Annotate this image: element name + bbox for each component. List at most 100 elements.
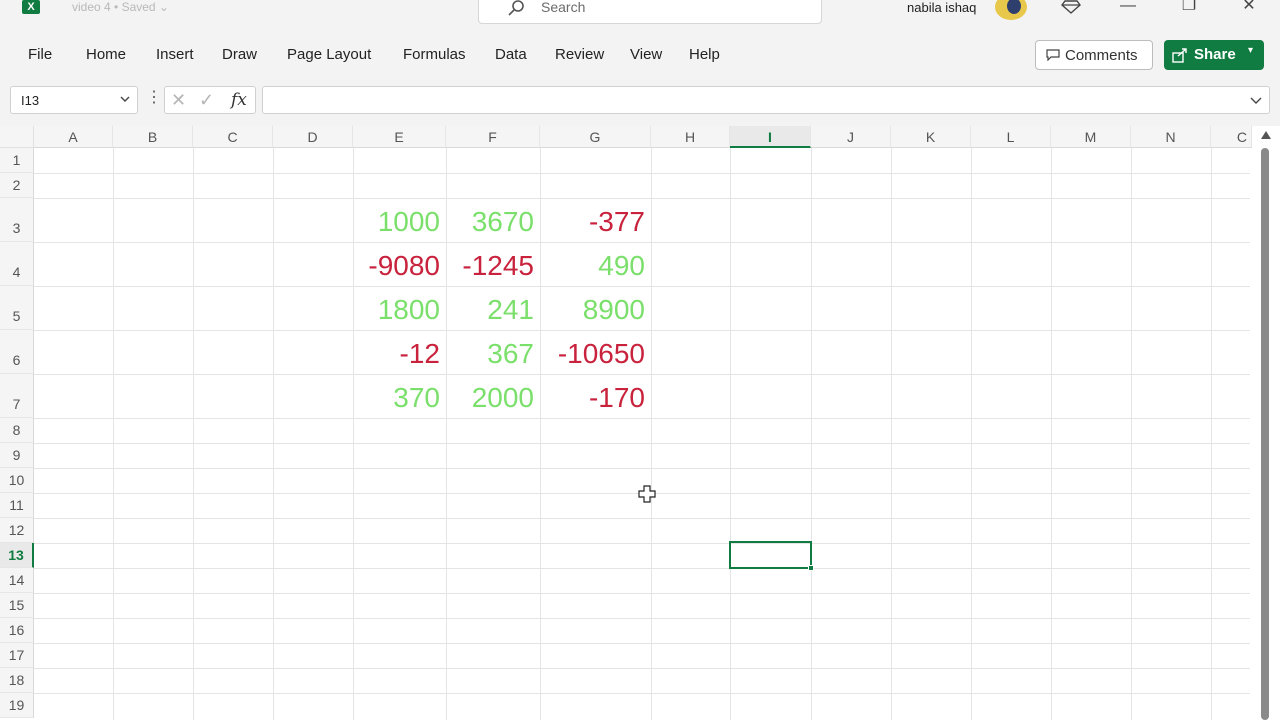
comments-button[interactable]: Comments	[1035, 40, 1153, 70]
cell-e3[interactable]: 1000	[353, 202, 446, 242]
row-header-8[interactable]: 8	[0, 418, 34, 443]
worksheet-grid[interactable]: A B C D E F G H I J K L M N C 1 2 3 4 5	[0, 126, 1280, 720]
cell-g6[interactable]: -10650	[540, 334, 651, 374]
select-all-corner[interactable]	[0, 126, 34, 148]
cell-f4[interactable]: -1245	[446, 246, 540, 286]
row-header-10[interactable]: 10	[0, 468, 34, 493]
gridline	[1051, 148, 1052, 720]
cell-e5[interactable]: 1800	[353, 290, 446, 330]
gridline	[730, 148, 731, 720]
cell-f7[interactable]: 2000	[446, 378, 540, 418]
diamond-icon[interactable]	[1061, 0, 1081, 14]
ribbon-tabs: File Home Insert Draw Page Layout Formul…	[0, 38, 1280, 74]
row-header-11[interactable]: 11	[0, 493, 34, 518]
row-header-4[interactable]: 4	[0, 242, 34, 286]
fill-handle[interactable]	[808, 565, 814, 571]
gridline	[34, 618, 1250, 619]
column-header-i[interactable]: I	[730, 126, 811, 148]
column-header-m[interactable]: M	[1051, 126, 1131, 148]
gridline	[971, 148, 972, 720]
column-header-l[interactable]: L	[971, 126, 1051, 148]
column-header-f[interactable]: F	[446, 126, 540, 148]
restore-button[interactable]: ❐	[1175, 0, 1203, 18]
gridline	[1131, 148, 1132, 720]
column-header-c[interactable]: C	[193, 126, 273, 148]
column-header-h[interactable]: H	[651, 126, 730, 148]
column-header-n[interactable]: N	[1131, 126, 1211, 148]
tab-formulas[interactable]: Formulas	[403, 46, 466, 63]
cancel-icon[interactable]: ✕	[171, 90, 186, 111]
enter-icon[interactable]: ✓	[199, 90, 214, 111]
name-box[interactable]: I13	[10, 86, 138, 114]
cell-f3[interactable]: 3670	[446, 202, 540, 242]
column-header-o[interactable]: C	[1211, 126, 1252, 148]
share-dropdown-icon[interactable]: ▾	[1248, 45, 1253, 56]
close-button[interactable]: ✕	[1235, 0, 1263, 18]
gridline	[34, 568, 1250, 569]
more-options-icon[interactable]: ⋮	[146, 90, 162, 106]
row-header-5[interactable]: 5	[0, 286, 34, 330]
row-header-3[interactable]: 3	[0, 198, 34, 242]
minimize-button[interactable]: —	[1114, 0, 1142, 18]
scroll-up-icon[interactable]	[1260, 130, 1272, 140]
column-header-k[interactable]: K	[891, 126, 971, 148]
name-box-value: I13	[21, 93, 40, 108]
tab-home[interactable]: Home	[86, 46, 126, 63]
row-header-17[interactable]: 17	[0, 643, 34, 668]
cell-g4[interactable]: 490	[540, 246, 651, 286]
row-header-13[interactable]: 13	[0, 543, 34, 568]
expand-formula-bar-icon[interactable]	[1249, 93, 1263, 107]
gridline	[651, 148, 652, 720]
comments-label: Comments	[1065, 47, 1138, 64]
row-header-6[interactable]: 6	[0, 330, 34, 374]
column-header-d[interactable]: D	[273, 126, 353, 148]
gridline	[34, 643, 1250, 644]
cell-f6[interactable]: 367	[446, 334, 540, 374]
search-placeholder: Search	[541, 0, 586, 15]
row-header-16[interactable]: 16	[0, 618, 34, 643]
row-header-2[interactable]: 2	[0, 173, 34, 198]
row-header-12[interactable]: 12	[0, 518, 34, 543]
row-header-18[interactable]: 18	[0, 668, 34, 693]
cell-e6[interactable]: -12	[353, 334, 446, 374]
column-header-a[interactable]: A	[34, 126, 113, 148]
tab-data[interactable]: Data	[495, 46, 527, 63]
tab-insert[interactable]: Insert	[156, 46, 194, 63]
cell-g7[interactable]: -170	[540, 378, 651, 418]
tab-help[interactable]: Help	[689, 46, 720, 63]
tab-review[interactable]: Review	[555, 46, 604, 63]
search-box[interactable]: Search	[478, 0, 822, 24]
active-cell-selection[interactable]	[729, 541, 814, 571]
gridline	[34, 418, 1250, 419]
row-header-14[interactable]: 14	[0, 568, 34, 593]
chevron-down-icon[interactable]	[119, 93, 131, 105]
share-button[interactable]: Share ▾	[1164, 40, 1264, 70]
cell-g3[interactable]: -377	[540, 202, 651, 242]
tab-page-layout[interactable]: Page Layout	[287, 46, 371, 63]
insert-function-icon[interactable]: fx	[231, 90, 247, 110]
cell-f5[interactable]: 241	[446, 290, 540, 330]
row-header-1[interactable]: 1	[0, 148, 34, 173]
tab-file[interactable]: File	[28, 46, 52, 63]
row-header-19[interactable]: 19	[0, 693, 34, 718]
search-icon	[508, 0, 524, 16]
formula-input[interactable]	[262, 86, 1270, 114]
cell-g5[interactable]: 8900	[540, 290, 651, 330]
avatar[interactable]	[995, 0, 1027, 20]
tab-view[interactable]: View	[630, 46, 662, 63]
row-header-9[interactable]: 9	[0, 443, 34, 468]
column-header-g[interactable]: G	[540, 126, 651, 148]
gridline	[34, 198, 1250, 199]
cell-e7[interactable]: 370	[353, 378, 446, 418]
vertical-scrollbar[interactable]	[1252, 126, 1280, 720]
gridline	[34, 518, 1250, 519]
column-header-b[interactable]: B	[113, 126, 193, 148]
row-header-7[interactable]: 7	[0, 374, 34, 418]
scrollbar-thumb[interactable]	[1261, 148, 1269, 720]
tab-draw[interactable]: Draw	[222, 46, 257, 63]
row-header-15[interactable]: 15	[0, 593, 34, 618]
document-title[interactable]: video 4 • Saved ⌄	[72, 0, 169, 14]
column-header-j[interactable]: J	[811, 126, 891, 148]
column-header-e[interactable]: E	[353, 126, 446, 148]
cell-e4[interactable]: -9080	[353, 246, 446, 286]
